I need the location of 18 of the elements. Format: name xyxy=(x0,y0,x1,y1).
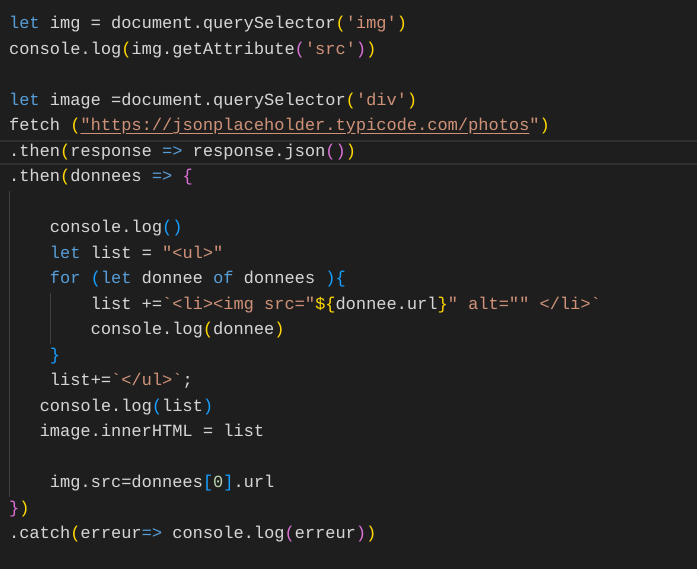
code-line: console.log(img.getAttribute('src')) xyxy=(9,40,376,62)
code-line: let image =document.querySelector('div') xyxy=(9,90,418,112)
code-line: let img = document.querySelector('img') xyxy=(9,14,407,36)
code-line: .then(response => response.json()) xyxy=(9,142,356,164)
code-line: for (let donnee of donnees ){ xyxy=(48,269,346,291)
code-line: console.log(donnee) xyxy=(90,320,284,342)
code-line: list +=`<li><img src="${donnee.url}" alt="" </li>` xyxy=(90,294,601,316)
code-line: let list = "<ul>" xyxy=(48,244,224,266)
code-line: }) xyxy=(9,498,30,520)
code-line: img.src=donnees[0].url xyxy=(48,473,274,495)
code-line: fetch ("https://jsonplaceholder.typicode.com/photos") xyxy=(9,116,550,138)
code-line: .catch(erreur=> console.log(erreur)) xyxy=(9,524,376,546)
code-line: list+=`</ul>`; xyxy=(48,371,193,393)
code-line: } xyxy=(48,346,60,368)
code-line: console.log(list) xyxy=(38,396,214,418)
code-line: image.innerHTML = list xyxy=(38,422,264,444)
code-line: console.log() xyxy=(48,218,182,240)
code-line: .then(donnees => { xyxy=(9,167,193,189)
